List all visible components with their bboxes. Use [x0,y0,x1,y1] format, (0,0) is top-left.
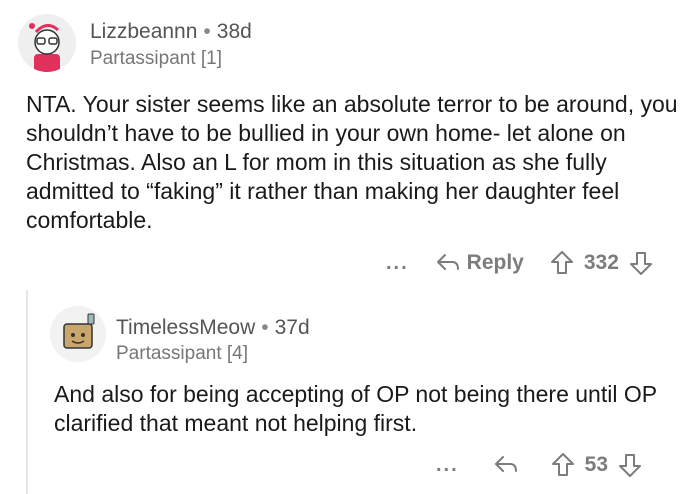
comment-author[interactable]: Lizzbeannn • 38d [90,20,252,44]
comment-body: And also for being accepting of OP not b… [54,381,657,436]
comment-body: NTA. Your sister seems like an absolute … [26,91,678,233]
user-flair: Partassipant [4] [116,343,249,364]
upvote-button[interactable] [551,452,575,478]
more-options-button[interactable]: ... [386,252,409,275]
comment-actions: ... Reply 332 [386,250,653,276]
username[interactable]: Lizzbeannn [90,20,197,43]
reply-button[interactable] [493,454,519,476]
comment-author[interactable]: TimelessMeow • 37d [116,316,310,340]
avatar[interactable] [50,306,106,362]
avatar[interactable] [18,14,76,72]
comment-actions: ... 53 [436,452,642,478]
reply-icon [494,456,517,472]
separator-dot: • [203,20,211,43]
vote-score: 53 [584,453,609,476]
downvote-button[interactable] [629,250,653,276]
downvote-icon [619,454,642,477]
upvote-button[interactable] [550,250,574,276]
vote-score: 332 [583,251,619,274]
avatar-icon [50,306,106,362]
username[interactable]: TimelessMeow [116,316,255,339]
comment-age: 37d [274,316,310,339]
downvote-icon [629,252,652,275]
separator-dot: • [261,316,269,339]
reply-icon [436,254,459,270]
upvote-icon [551,453,574,476]
user-flair: Partassipant [1] [90,48,223,69]
more-options-button[interactable]: ... [436,454,459,477]
upvote-icon [550,251,573,274]
reply-label: Reply [466,251,524,274]
reply-button[interactable]: Reply [435,251,524,275]
comment-age: 38d [216,20,252,43]
avatar-icon [18,14,76,72]
thread-line[interactable] [26,290,28,494]
downvote-button[interactable] [618,452,642,478]
